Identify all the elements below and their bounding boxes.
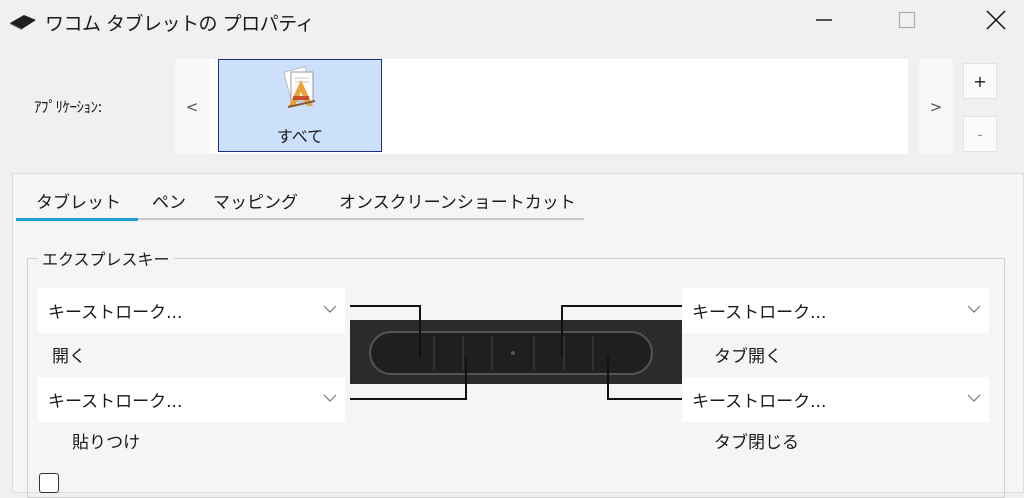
express-key-3-value: キーストローク... bbox=[692, 303, 827, 323]
tab-pen[interactable]: ペン bbox=[152, 188, 186, 213]
chevron-down-icon bbox=[967, 305, 981, 313]
express-key-2-dropdown[interactable]: キーストローク... bbox=[38, 377, 345, 422]
express-key-3-dropdown[interactable]: キーストローク... bbox=[682, 288, 989, 333]
express-key-2-value: キーストローク... bbox=[48, 392, 183, 412]
close-button[interactable] bbox=[973, 0, 1019, 40]
active-tab-indicator bbox=[16, 218, 138, 221]
close-icon bbox=[986, 10, 1006, 30]
express-key-1-caption: 開く bbox=[52, 347, 86, 367]
tablet-app-icon bbox=[10, 15, 36, 30]
remove-application-button[interactable]: - bbox=[963, 116, 997, 152]
chevron-down-icon bbox=[323, 305, 337, 313]
express-key-2-caption: 貼りつけ bbox=[72, 433, 141, 453]
express-key-1-value: キーストローク... bbox=[48, 303, 183, 323]
application-generic-icon bbox=[283, 66, 316, 108]
window-title: ワコム タブレットの プロパティ bbox=[45, 13, 314, 35]
chevron-down-icon bbox=[967, 394, 981, 402]
express-key-1-dropdown[interactable]: キーストローク... bbox=[38, 288, 345, 333]
maximize-button[interactable] bbox=[884, 0, 930, 40]
tablet-express-keys-illustration bbox=[350, 320, 682, 384]
express-key-4-dropdown[interactable]: キーストローク... bbox=[682, 377, 989, 422]
application-tile-all[interactable]: すべて bbox=[218, 59, 382, 152]
express-key-3-caption: タブ開く bbox=[714, 347, 782, 367]
express-keys-group-title: エクスプレスキー bbox=[38, 246, 174, 270]
option-checkbox[interactable] bbox=[39, 473, 59, 493]
title-bar: ワコム タブレットの プロパティ bbox=[0, 0, 1024, 44]
application-scroll-right-button[interactable]: > bbox=[919, 59, 953, 154]
chevron-down-icon bbox=[323, 394, 337, 402]
minimize-button[interactable] bbox=[801, 0, 847, 40]
application-tile-label: すべて bbox=[276, 127, 324, 146]
express-key-4-caption: タブ閉じる bbox=[714, 433, 799, 453]
tab-mapping[interactable]: マッピング bbox=[213, 188, 298, 213]
maximize-icon bbox=[898, 11, 916, 29]
tab-tablet[interactable]: タブレット bbox=[36, 188, 121, 213]
application-scroll-left-button[interactable]: < bbox=[175, 59, 209, 154]
minimize-icon bbox=[816, 19, 832, 21]
application-label: ｱﾌﾟﾘｹｰｼｮﾝ: bbox=[34, 98, 103, 116]
tab-onscreen-shortcuts[interactable]: オンスクリーンショートカット bbox=[339, 188, 576, 213]
express-key-4-value: キーストローク... bbox=[692, 392, 827, 412]
add-application-button[interactable]: + bbox=[963, 63, 997, 99]
